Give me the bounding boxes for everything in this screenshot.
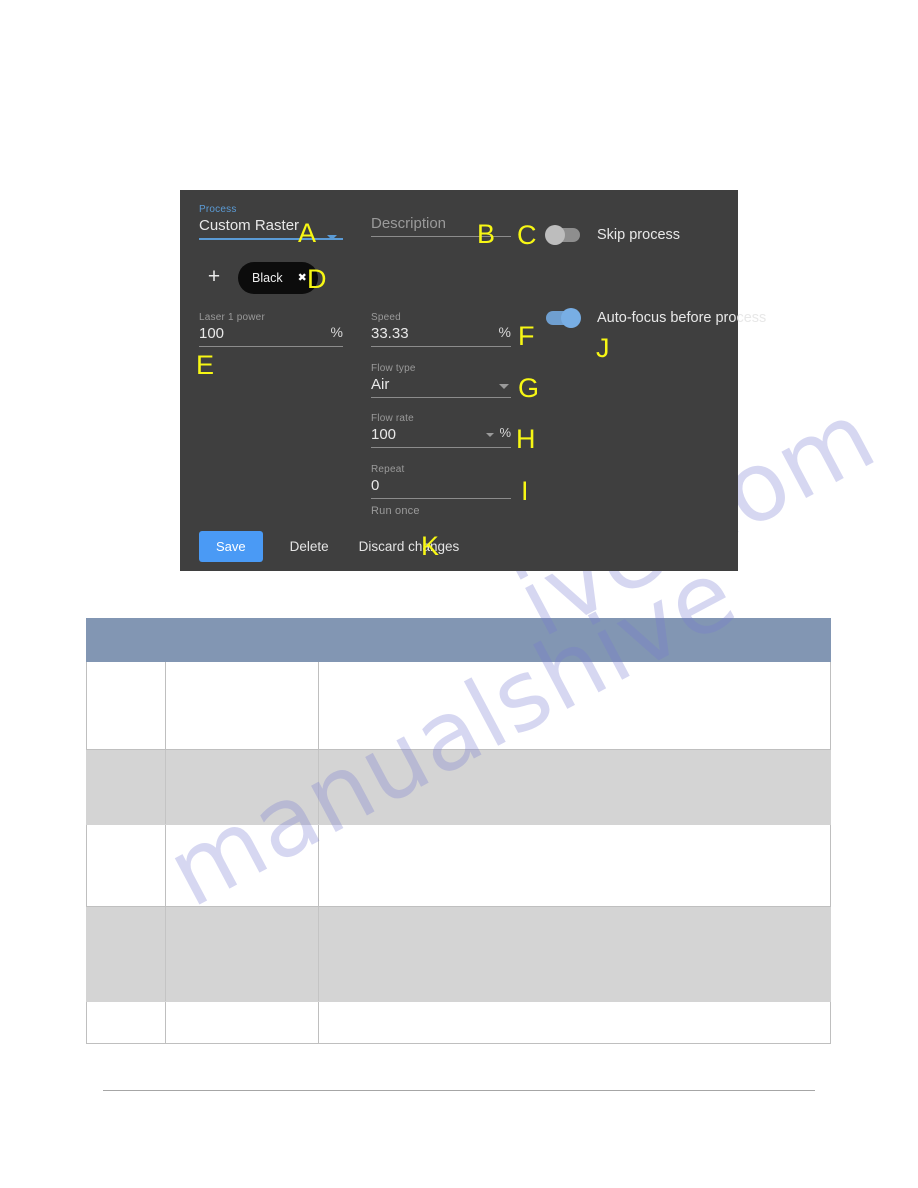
- chevron-down-icon[interactable]: [327, 235, 337, 240]
- table-cell: [165, 661, 319, 750]
- callout-letter-f: F: [518, 321, 535, 351]
- toggle-knob: [561, 308, 581, 328]
- table-header-cell-1: [165, 618, 319, 662]
- table-cell: [86, 1001, 166, 1044]
- footer-divider: [103, 1090, 815, 1091]
- laser-power-unit: %: [330, 324, 343, 340]
- flow-type-select[interactable]: Flow type Air: [371, 363, 511, 398]
- table-cell: [86, 749, 166, 825]
- table-cell: [165, 1001, 319, 1044]
- repeat-underline: [371, 498, 511, 499]
- auto-focus-label: Auto-focus before process: [597, 310, 767, 326]
- laser-power-underline: [199, 346, 343, 347]
- callout-letter-a: A: [298, 218, 317, 248]
- table-body: [86, 661, 831, 1044]
- table-cell: [86, 661, 166, 750]
- repeat-helper-text: Run once: [371, 505, 420, 517]
- flow-type-label: Flow type: [371, 363, 416, 374]
- toggle-knob: [545, 225, 565, 245]
- color-chip-row: + Black ✖: [202, 262, 318, 294]
- callout-letter-c: C: [517, 220, 537, 250]
- speed-field[interactable]: Speed 33.33 %: [371, 312, 511, 347]
- callout-letter-j: J: [596, 333, 610, 363]
- laser-power-field[interactable]: Laser 1 power 100 %: [199, 312, 343, 347]
- toggle-track[interactable]: [545, 225, 580, 245]
- table-cell: [318, 1001, 831, 1044]
- table-row: [86, 906, 831, 1002]
- save-button[interactable]: Save: [199, 531, 263, 562]
- callout-letter-b: B: [477, 219, 496, 249]
- callout-letter-e: E: [196, 350, 215, 380]
- callout-letter-h: H: [516, 424, 536, 454]
- skip-process-label: Skip process: [597, 227, 681, 243]
- table-header-cell-2: [318, 618, 831, 662]
- laser-power-value: 100: [199, 325, 225, 342]
- speed-value: 33.33: [371, 325, 409, 342]
- callout-letter-k: K: [421, 531, 440, 561]
- table-cell: [165, 749, 319, 825]
- laser-power-label: Laser 1 power: [199, 312, 265, 323]
- process-value: Custom Raster: [199, 217, 300, 234]
- flow-rate-underline: [371, 447, 511, 448]
- delete-button[interactable]: Delete: [290, 539, 329, 554]
- table-cell: [318, 661, 831, 750]
- color-chip-black[interactable]: Black ✖: [238, 262, 318, 294]
- process-underline: [199, 238, 343, 240]
- process-select[interactable]: Process Custom Raster: [199, 204, 343, 240]
- table-row: [86, 824, 831, 907]
- callout-letter-d: D: [307, 264, 327, 294]
- speed-underline: [371, 346, 511, 347]
- table-header-cell-0: [86, 618, 166, 662]
- table-cell: [318, 749, 831, 825]
- toggle-track[interactable]: [546, 308, 581, 328]
- table-header-row: [86, 618, 831, 662]
- flow-rate-unit: %: [499, 425, 511, 440]
- chip-label: Black: [252, 271, 283, 285]
- flow-rate-label: Flow rate: [371, 413, 414, 424]
- table-cell: [318, 906, 831, 1002]
- process-label: Process: [199, 204, 237, 215]
- table-row: [86, 1001, 831, 1044]
- table-row: [86, 749, 831, 825]
- chevron-down-icon[interactable]: [486, 433, 494, 437]
- auto-focus-toggle[interactable]: Auto-focus before process: [546, 308, 767, 328]
- table-cell: [165, 906, 319, 1002]
- repeat-value: 0: [371, 477, 380, 494]
- plus-icon[interactable]: +: [202, 266, 226, 290]
- table-cell: [86, 824, 166, 907]
- flow-type-underline: [371, 397, 511, 398]
- table-cell: [318, 824, 831, 907]
- table-row: [86, 661, 831, 750]
- flow-type-value: Air: [371, 376, 390, 393]
- table-cell: [86, 906, 166, 1002]
- repeat-field[interactable]: Repeat 0 Run once: [371, 464, 511, 517]
- speed-unit: %: [498, 324, 511, 340]
- process-settings-dialog: Process Custom Raster Description Skip p…: [180, 190, 766, 571]
- chevron-down-icon[interactable]: [499, 384, 509, 389]
- table-header: [86, 618, 831, 662]
- discard-changes-button[interactable]: Discard changes: [359, 539, 460, 554]
- close-icon[interactable]: ✖: [298, 272, 307, 284]
- repeat-label: Repeat: [371, 464, 405, 475]
- callout-letter-i: I: [521, 476, 529, 506]
- skip-process-toggle[interactable]: Skip process: [545, 225, 681, 245]
- speed-label: Speed: [371, 312, 401, 323]
- flow-rate-field[interactable]: Flow rate 100 %: [371, 413, 511, 448]
- callout-letter-g: G: [518, 373, 540, 403]
- table-cell: [165, 824, 319, 907]
- spec-table: [86, 618, 831, 1044]
